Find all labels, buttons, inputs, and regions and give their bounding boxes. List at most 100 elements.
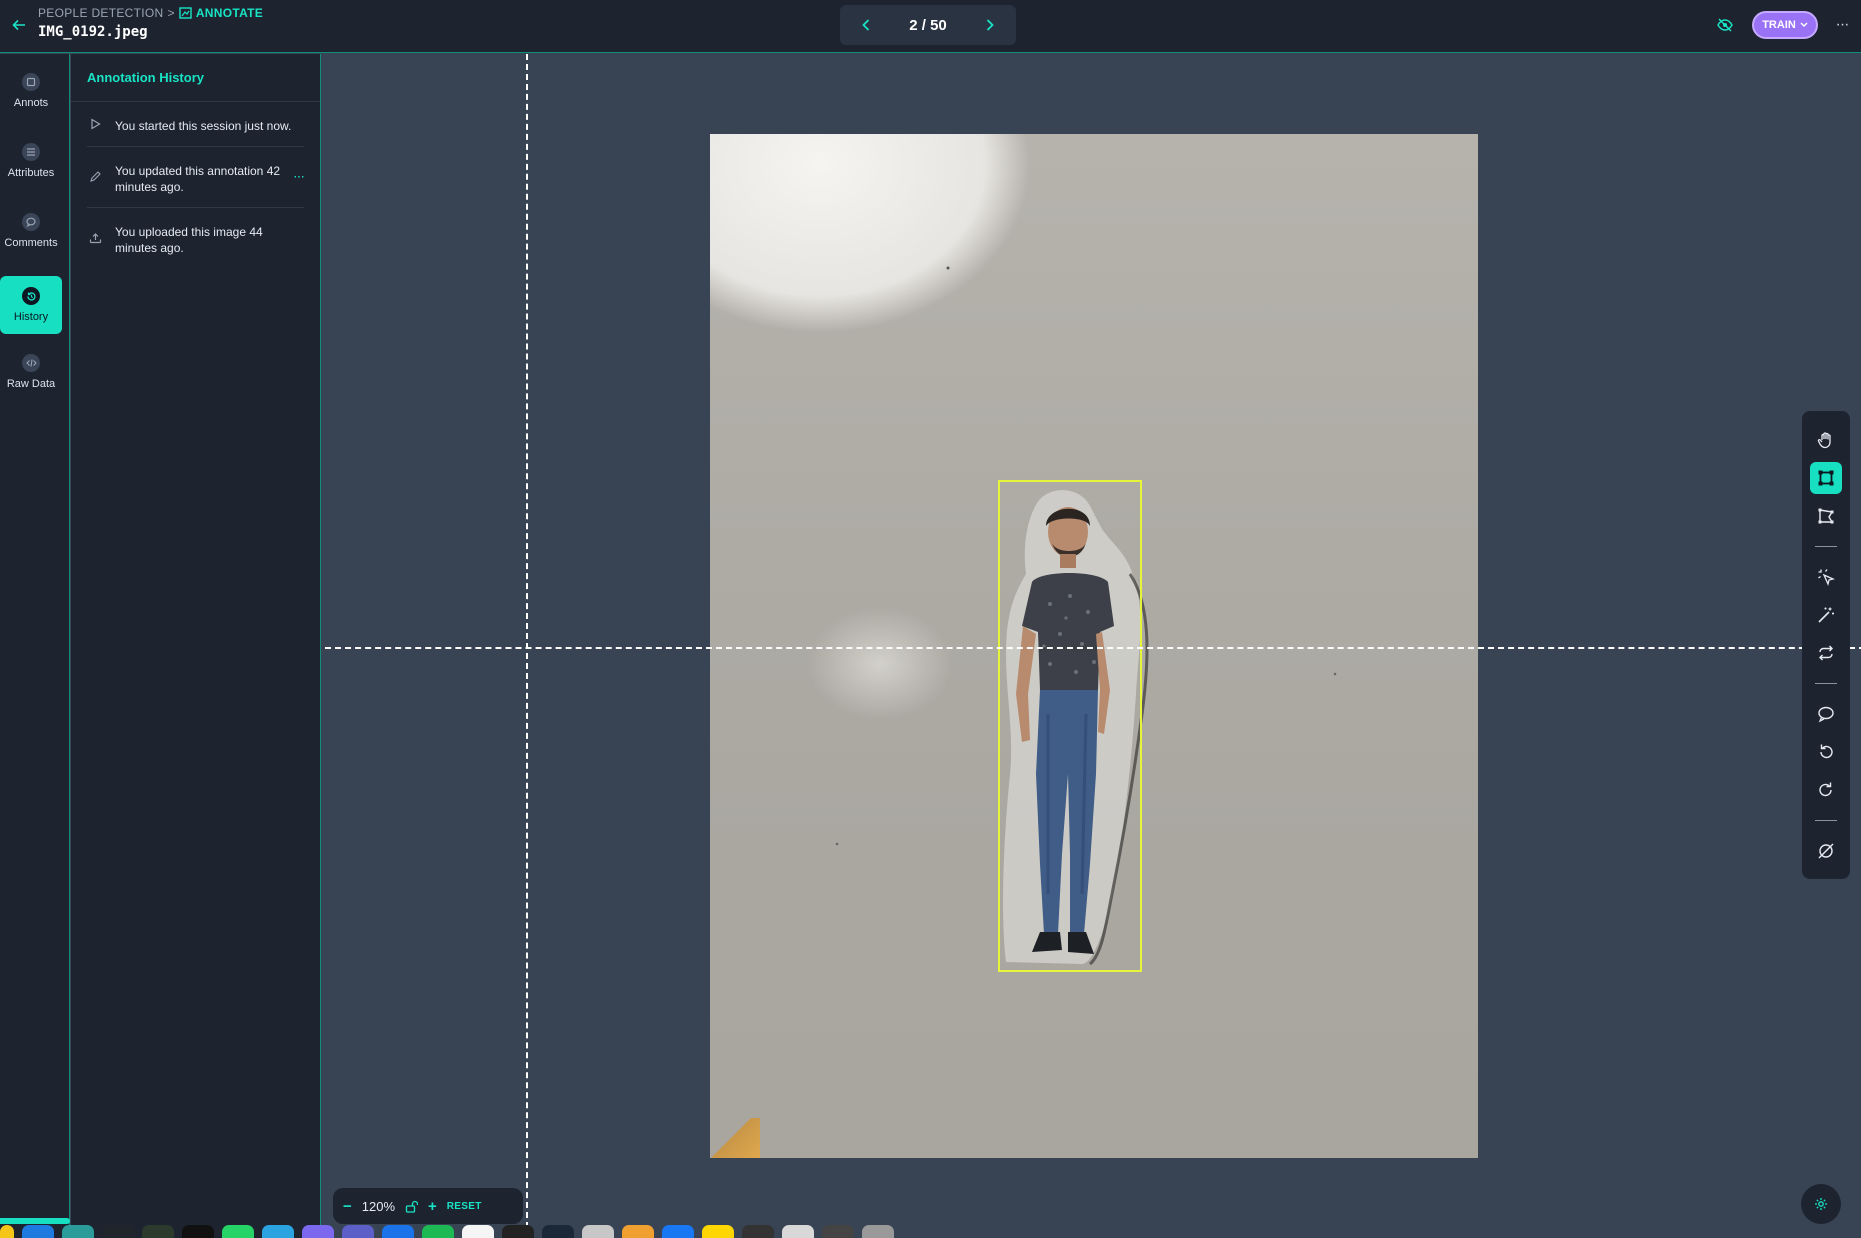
dock-app-icon[interactable] <box>262 1225 294 1238</box>
dock-app-icon[interactable] <box>742 1225 774 1238</box>
pencil-icon <box>87 169 103 185</box>
crosshair-vertical <box>526 54 528 1238</box>
dock-app-icon[interactable] <box>622 1225 654 1238</box>
train-button[interactable]: TRAIN <box>1752 11 1818 39</box>
list-icon <box>22 143 40 161</box>
breadcrumb-project[interactable]: PEOPLE DETECTION <box>38 6 164 20</box>
zoom-in-button[interactable]: + <box>428 1198 437 1215</box>
unlock-icon <box>405 1200 419 1213</box>
reset-zoom-button[interactable]: RESET <box>447 1201 482 1212</box>
dock-app-icon[interactable] <box>342 1225 374 1238</box>
panel-title: Annotation History <box>71 54 320 102</box>
dock-app-icon[interactable] <box>702 1225 734 1238</box>
comment-tool-button[interactable] <box>1810 698 1842 730</box>
nav-attributes-label: Attributes <box>7 167 55 179</box>
magic-select-icon <box>1818 569 1835 586</box>
next-image-button[interactable] <box>978 13 1002 37</box>
breadcrumb-current-label: ANNOTATE <box>195 6 264 20</box>
zoom-level: 120% <box>361 1198 396 1214</box>
repeat-tool-button[interactable] <box>1810 637 1842 669</box>
dock-app-icon[interactable] <box>782 1225 814 1238</box>
history-item: You updated this annotation 42 minutes a… <box>87 147 305 208</box>
image-pager: 2 / 50 <box>840 5 1016 45</box>
history-panel: Annotation History You started this sess… <box>71 54 321 1238</box>
nav-annots[interactable]: Annots <box>0 62 62 120</box>
dock-app-icon[interactable] <box>502 1225 534 1238</box>
tag-icon <box>22 73 40 91</box>
chevron-right-icon <box>986 19 994 31</box>
photo-corner-object <box>710 1118 760 1158</box>
prev-image-button[interactable] <box>854 13 878 37</box>
back-arrow-icon[interactable] <box>6 12 32 38</box>
nav-comments[interactable]: Comments <box>0 202 62 260</box>
magic-wand-tool-button[interactable] <box>1810 599 1842 631</box>
dock-app-icon[interactable] <box>582 1225 614 1238</box>
undo-icon <box>1820 744 1833 759</box>
repeat-icon <box>1819 645 1833 661</box>
history-icon <box>22 287 40 305</box>
redo-button[interactable] <box>1810 774 1842 806</box>
annotation-canvas[interactable] <box>321 54 1861 1238</box>
polygon-icon <box>1818 508 1834 524</box>
hide-tool-button[interactable] <box>1810 835 1842 867</box>
smart-select-tool-button[interactable] <box>1810 561 1842 593</box>
nav-attributes[interactable]: Attributes <box>0 132 62 190</box>
dock-app-icon[interactable] <box>302 1225 334 1238</box>
more-options-button[interactable]: ··· <box>1830 12 1854 38</box>
dock-app-icon[interactable] <box>62 1225 94 1238</box>
toolbar-divider <box>1815 546 1837 547</box>
breadcrumb-separator: > <box>167 6 175 20</box>
nav-raw-data-label: Raw Data <box>6 378 56 390</box>
toolbar-divider <box>1815 683 1837 684</box>
bbox-tool-button[interactable] <box>1810 462 1842 494</box>
dock-app-icon[interactable] <box>222 1225 254 1238</box>
nav-history[interactable]: History <box>0 276 62 334</box>
dock-app-icon[interactable] <box>662 1225 694 1238</box>
hide-annotations-button[interactable] <box>1712 12 1738 38</box>
dock-app-icon[interactable] <box>182 1225 214 1238</box>
zoom-out-button[interactable]: − <box>343 1198 352 1215</box>
history-item: You uploaded this image 44 minutes ago. <box>87 208 304 268</box>
hand-tool-button[interactable] <box>1810 424 1842 456</box>
chevron-left-icon <box>862 19 870 31</box>
code-icon <box>22 354 40 372</box>
crosshair-horizontal <box>325 647 1861 649</box>
dock-app-icon[interactable] <box>822 1225 854 1238</box>
dock-app-icon[interactable] <box>22 1225 54 1238</box>
nav-raw-data[interactable]: Raw Data <box>0 343 62 401</box>
history-item-text: You updated this annotation 42 minutes a… <box>115 164 281 194</box>
left-nav: Annots Attributes Comments History Raw D… <box>0 54 70 1238</box>
hand-icon <box>1817 432 1831 449</box>
zoom-lock-button[interactable] <box>405 1200 419 1213</box>
wand-icon <box>1818 607 1834 623</box>
dock-app-icon[interactable] <box>142 1225 174 1238</box>
dock-app-icon[interactable] <box>0 1225 14 1238</box>
settings-button[interactable] <box>1801 1184 1841 1224</box>
play-icon <box>87 116 103 132</box>
nav-comments-label: Comments <box>4 237 58 249</box>
history-item: You started this session just now. <box>87 102 304 147</box>
history-item-more-button[interactable]: ··· <box>293 167 305 183</box>
gear-icon <box>1815 1198 1827 1210</box>
breadcrumb: PEOPLE DETECTION > ANNOTATE <box>38 6 263 20</box>
file-name: IMG_0192.jpeg <box>38 24 148 40</box>
pager-count: 2 / 50 <box>909 16 947 34</box>
train-label: TRAIN <box>1762 19 1796 31</box>
eye-off-icon <box>1717 18 1733 32</box>
chevron-down-icon <box>1800 22 1808 27</box>
bounding-box-annotation[interactable] <box>998 480 1142 972</box>
polygon-tool-button[interactable] <box>1810 500 1842 532</box>
dock-app-icon[interactable] <box>862 1225 894 1238</box>
bbox-icon <box>1818 470 1834 486</box>
nav-history-label: History <box>13 311 49 323</box>
dock-app-icon[interactable] <box>462 1225 494 1238</box>
dock-app-icon[interactable] <box>102 1225 134 1238</box>
dock-app-icon[interactable] <box>422 1225 454 1238</box>
toolbar-divider <box>1815 820 1837 821</box>
nav-annots-label: Annots <box>13 97 49 109</box>
hide-icon <box>1818 843 1834 859</box>
dock-app-icon[interactable] <box>542 1225 574 1238</box>
dock-app-icon[interactable] <box>382 1225 414 1238</box>
upload-icon <box>87 230 103 246</box>
undo-button[interactable] <box>1810 736 1842 768</box>
